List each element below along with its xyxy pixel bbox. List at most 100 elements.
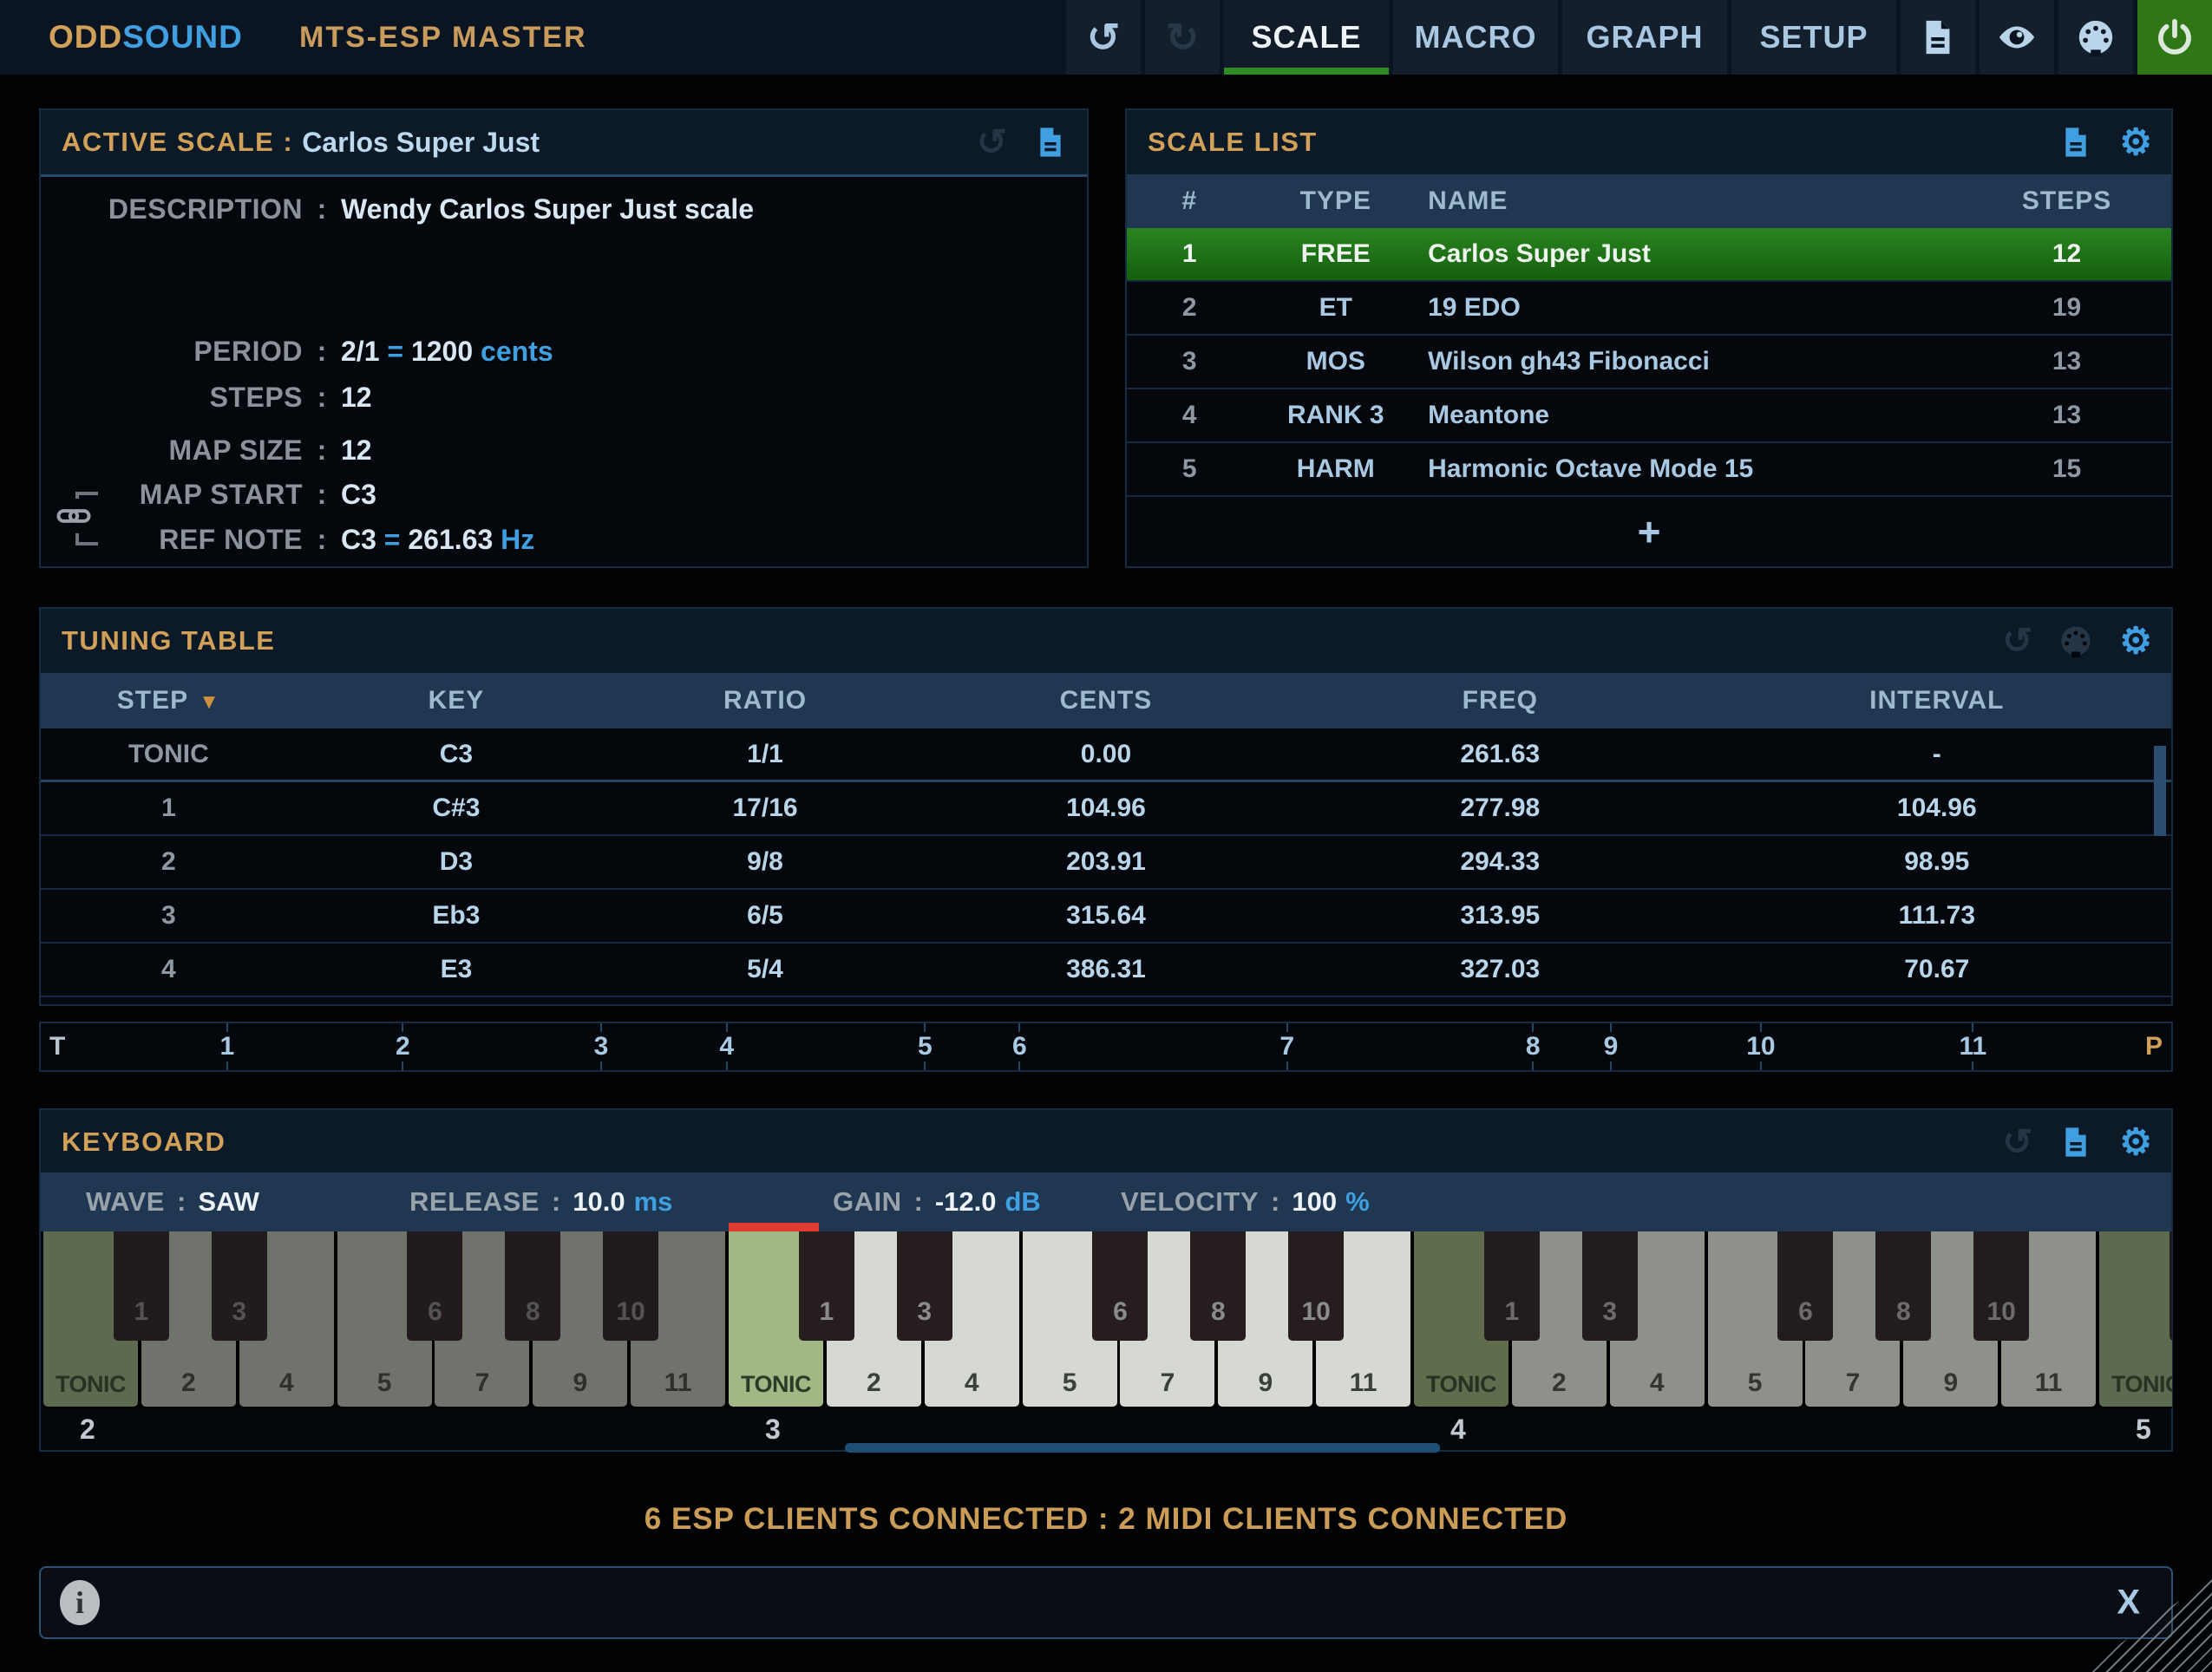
file-icon[interactable]: [2058, 1125, 2093, 1159]
steps-field[interactable]: STEPS : 12: [60, 378, 1068, 416]
key-step-6-oct3[interactable]: 6: [1092, 1231, 1148, 1341]
tuning-table-panel: TUNING TABLE ↺ ⚙ STEP▼ KEY RATIO CENTS F…: [39, 607, 2173, 1006]
tab-graph[interactable]: GRAPH: [1562, 0, 1727, 75]
field-value[interactable]: C3 = 261.63 Hz: [341, 524, 1068, 556]
key-step-1-oct5[interactable]: 1: [2169, 1231, 2172, 1341]
scale-list-row-5[interactable]: 5HARMHarmonic Octave Mode 1515: [1127, 443, 2171, 497]
column-freq[interactable]: FREQ: [1298, 686, 1703, 715]
cell-num: 2: [1127, 293, 1252, 323]
key-step-6-oct2[interactable]: 6: [407, 1231, 462, 1341]
key-step-1-oct4[interactable]: 1: [1484, 1231, 1540, 1341]
undo-button[interactable]: ↺: [1066, 0, 1141, 75]
param-value[interactable]: 10.0: [573, 1186, 625, 1218]
oddsound-logo: ODDSOUND: [49, 0, 243, 75]
column-key[interactable]: KEY: [297, 686, 616, 715]
param-value[interactable]: SAW: [198, 1186, 259, 1218]
tuning-row-3[interactable]: 3Eb36/5315.64313.95111.73: [41, 890, 2171, 944]
field-value[interactable]: Wendy Carlos Super Just scale: [341, 193, 1068, 225]
scale-list-row-2[interactable]: 2ET19 EDO19: [1127, 282, 2171, 336]
link-icon[interactable]: [56, 499, 91, 533]
key-label: 9: [1258, 1368, 1273, 1398]
tuning-row-tonic[interactable]: TONICC31/10.00261.63-: [41, 728, 2171, 782]
field-part: Wendy Carlos Super Just scale: [341, 193, 754, 225]
tab-setup[interactable]: SETUP: [1731, 0, 1896, 75]
undo-icon[interactable]: ↺: [2002, 1124, 2032, 1160]
power-button[interactable]: [2137, 0, 2212, 75]
gear-icon[interactable]: ⚙: [2119, 623, 2152, 659]
key-tonic-oct5[interactable]: TONIC: [2099, 1231, 2172, 1407]
ratio-cell: 5/4: [616, 955, 914, 984]
octave-number-5: 5: [2136, 1414, 2151, 1446]
tuning-row-1[interactable]: 1C#317/16104.96277.98104.96: [41, 782, 2171, 836]
column-step[interactable]: STEP▼: [41, 686, 297, 715]
key-step-1-oct2[interactable]: 1: [114, 1231, 169, 1341]
active-scale-name[interactable]: Carlos Super Just: [302, 127, 540, 159]
midi-din-icon: [2076, 17, 2116, 57]
tuning-row-2[interactable]: 2D39/8203.91294.3398.95: [41, 836, 2171, 890]
keyboard-scrollbar[interactable]: [845, 1443, 1440, 1453]
logo-part1: ODD: [49, 19, 122, 55]
redo-button[interactable]: ↻: [1145, 0, 1220, 75]
column-interval[interactable]: INTERVAL: [1703, 686, 2171, 715]
key-step-8-oct4[interactable]: 8: [1875, 1231, 1931, 1341]
file-icon[interactable]: [1033, 125, 1068, 160]
key-label: TONIC: [741, 1371, 811, 1398]
midi-din-icon[interactable]: [2058, 624, 2093, 658]
visibility-button[interactable]: [1980, 0, 2054, 75]
scale-list-row-4[interactable]: 4RANK 3Meantone13: [1127, 389, 2171, 443]
param-release[interactable]: RELEASE:10.0ms: [409, 1172, 672, 1231]
param-gain[interactable]: GAIN:-12.0dB: [833, 1172, 1041, 1231]
key-label: 10: [616, 1297, 645, 1327]
cents-cell: 315.64: [914, 901, 1298, 931]
field-part: =: [384, 524, 409, 555]
undo-icon[interactable]: ↺: [977, 124, 1007, 160]
key-step-10-oct4[interactable]: 10: [1973, 1231, 2029, 1341]
key-step-10-oct3[interactable]: 10: [1288, 1231, 1344, 1341]
key-step-3-oct3[interactable]: 3: [897, 1231, 952, 1341]
field-value[interactable]: 12: [341, 382, 1068, 414]
map-size-field[interactable]: MAP SIZE : 12: [60, 431, 1068, 469]
scale-list-row-1[interactable]: 1FREECarlos Super Just12: [1127, 228, 2171, 282]
key-step-8-oct2[interactable]: 8: [505, 1231, 560, 1341]
info-icon: i: [60, 1580, 100, 1625]
field-value[interactable]: C3: [341, 479, 1068, 511]
gear-icon[interactable]: ⚙: [2119, 124, 2152, 160]
undo-icon[interactable]: ↺: [2002, 623, 2032, 659]
tab-macro[interactable]: MACRO: [1393, 0, 1558, 75]
scale-list-header: SCALE LIST ⚙: [1127, 110, 2171, 177]
midi-button[interactable]: [2058, 0, 2133, 75]
step-cell: TONIC: [41, 740, 297, 769]
close-button[interactable]: X: [2117, 1584, 2140, 1623]
param-wave[interactable]: WAVE:SAW: [86, 1172, 259, 1231]
field-value[interactable]: 12: [341, 434, 1068, 467]
tuning-file-button[interactable]: [1901, 0, 1975, 75]
cell-type: MOS: [1252, 347, 1419, 376]
description-field[interactable]: DESCRIPTION : Wendy Carlos Super Just sc…: [60, 190, 1068, 228]
param-value[interactable]: 100: [1292, 1186, 1337, 1218]
field-label: MAP SIZE: [60, 434, 303, 467]
file-icon[interactable]: [2058, 125, 2093, 160]
gear-icon[interactable]: ⚙: [2119, 1124, 2152, 1160]
field-part: 12: [341, 434, 372, 466]
scale-list-row-3[interactable]: 3MOSWilson gh43 Fibonacci13: [1127, 336, 2171, 389]
param-value[interactable]: -12.0: [935, 1186, 997, 1218]
key-step-3-oct4[interactable]: 3: [1582, 1231, 1638, 1341]
column-cents[interactable]: CENTS: [914, 686, 1298, 715]
column-ratio[interactable]: RATIO: [616, 686, 914, 715]
ref-note-field[interactable]: REF NOTE : C3 = 261.63 Hz: [60, 520, 1068, 558]
field-part: 261.63: [408, 524, 501, 555]
key-step-10-oct2[interactable]: 10: [603, 1231, 658, 1341]
key-step-3-oct2[interactable]: 3: [212, 1231, 267, 1341]
add-scale-button[interactable]: +: [1127, 497, 2171, 566]
param-velocity[interactable]: VELOCITY:100%: [1121, 1172, 1370, 1231]
tab-scale[interactable]: SCALE: [1224, 0, 1389, 75]
map-start-field[interactable]: MAP START : C3: [60, 475, 1068, 513]
field-value[interactable]: 2/1 = 1200 cents: [341, 336, 1068, 368]
tuning-table-scrollbar[interactable]: [2154, 746, 2166, 836]
key-step-6-oct4[interactable]: 6: [1777, 1231, 1833, 1341]
scale-list-panel: SCALE LIST ⚙ # TYPE NAME STEPS 1FREECarl…: [1125, 108, 2173, 568]
tuning-row-4[interactable]: 4E35/4386.31327.0370.67: [41, 944, 2171, 997]
period-field[interactable]: PERIOD : 2/1 = 1200 cents: [60, 332, 1068, 370]
key-step-1-oct3[interactable]: 1: [799, 1231, 854, 1341]
key-step-8-oct3[interactable]: 8: [1190, 1231, 1246, 1341]
